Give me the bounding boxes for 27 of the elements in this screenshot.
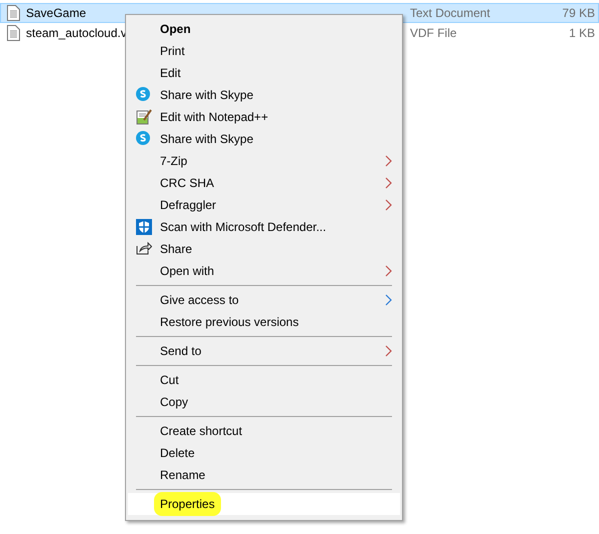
menu-item-label: Cut: [160, 372, 179, 389]
file-name: SaveGame: [26, 5, 86, 22]
menu-item-label: Edit with Notepad++: [160, 109, 268, 126]
menu-item-label: Edit: [160, 65, 181, 82]
menu-item-label: Share with Skype: [160, 131, 254, 148]
menu-item-label: Share: [160, 241, 192, 258]
menu-item-label: Restore previous versions: [160, 314, 299, 331]
file-type: Text Document: [410, 5, 490, 22]
file-size: 1 KB: [568, 25, 595, 42]
menu-item-label: CRC SHA: [160, 175, 214, 192]
menu-item-label: Rename: [160, 467, 206, 484]
menu-item-label: Defraggler: [160, 197, 216, 214]
menu-item-label: Send to: [160, 343, 202, 360]
menu-item-label: Copy: [160, 394, 188, 411]
menu-item-label: Delete: [160, 445, 195, 462]
menu-item-label: Give access to: [160, 292, 239, 309]
menu-item-label: Scan with Microsoft Defender...: [160, 219, 326, 236]
file-name: steam_autocloud.v: [26, 25, 127, 42]
menu-item-label: Create shortcut: [160, 423, 242, 440]
file-size: 79 KB: [562, 5, 595, 22]
menu-item-label: Properties: [154, 492, 221, 516]
menu-item-label: Open with: [160, 263, 214, 280]
menu-item-label: 7-Zip: [160, 153, 188, 170]
menu-item-label: Open: [160, 21, 191, 38]
menu-item-label: Print: [160, 43, 185, 60]
menu-item-label: Share with Skype: [160, 87, 254, 104]
file-type: VDF File: [410, 25, 457, 42]
